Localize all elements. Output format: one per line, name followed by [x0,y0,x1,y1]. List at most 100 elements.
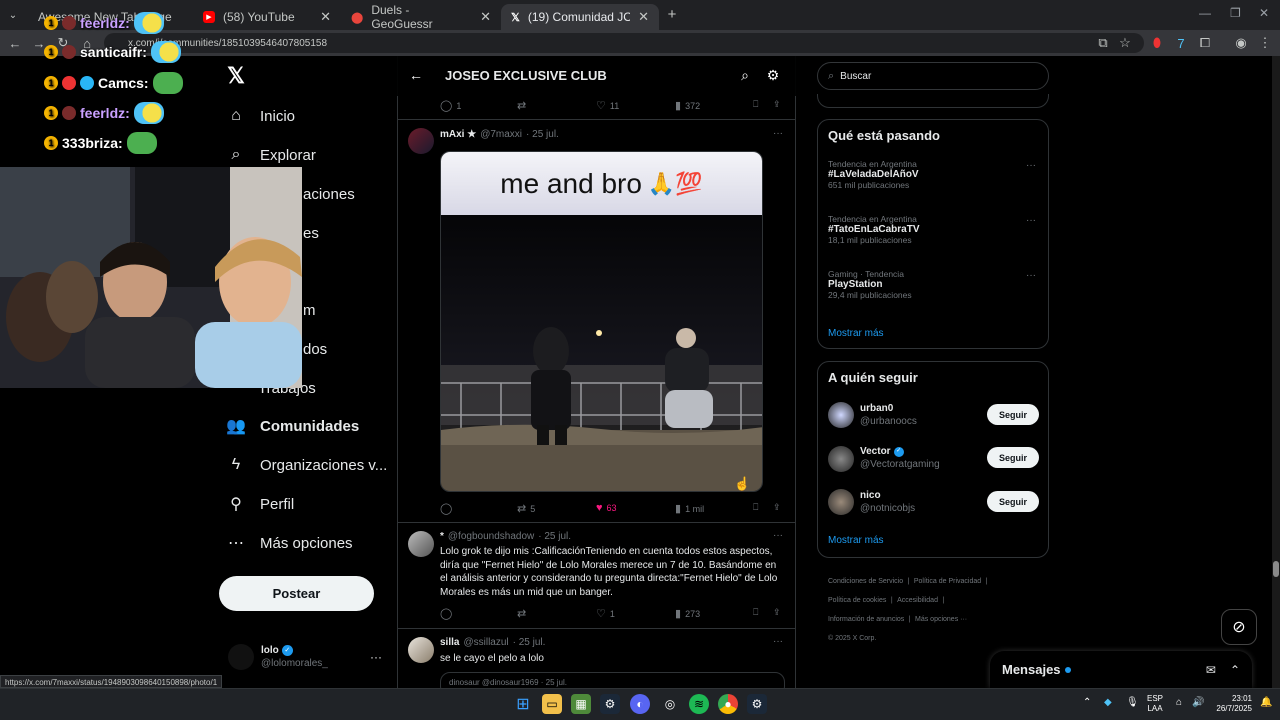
account-more-icon[interactable]: ··· [370,650,382,664]
tray-overflow-icon[interactable]: ⌃ [1083,697,1091,708]
reply-action[interactable]: ◯ [440,607,452,620]
expand-up-icon[interactable]: ⌃ [1230,663,1240,677]
microphone-icon[interactable]: 🎙 [1126,697,1139,708]
avatar[interactable] [408,128,434,154]
new-tab-icon[interactable]: + [664,6,680,23]
follow-button[interactable]: Seguir [987,404,1039,425]
views-action[interactable]: ▮ 273 [675,607,700,620]
browser-menu-icon[interactable]: ⋮ [1256,34,1274,52]
bookmark-star-icon[interactable]: ☆ [1116,34,1134,52]
language-indicator[interactable]: ESP LAA [1147,694,1163,714]
notification-bell-icon[interactable]: 🔔 [1260,697,1272,708]
reply-action[interactable]: ◯ 1 [440,99,461,112]
tweet-more-icon[interactable]: ··· [773,636,783,647]
sidebar-item-premium[interactable]: m [303,292,316,328]
tweet-more-icon[interactable]: ··· [773,128,783,139]
scrollbar[interactable] [1272,56,1280,688]
messages-drawer[interactable]: Mensajes ✉ ⌃ [990,651,1252,688]
tweet-author-handle[interactable]: @ssillazul [463,637,508,648]
trend-item[interactable]: Tendencia en Argentina #TatoEnLaCabraTV … [828,214,1040,245]
close-tab-icon[interactable]: ✕ [638,9,649,25]
windows-start-icon[interactable]: ⊞ [513,694,533,714]
trend-more-icon[interactable]: ··· [1026,270,1036,281]
back-icon[interactable]: ← [6,34,24,52]
grok-icon[interactable]: ⊘ [1221,609,1257,645]
repost-action[interactable]: ⇄ [517,607,526,620]
back-arrow-icon[interactable]: ← [407,66,425,84]
bookmark-icon[interactable]: ⎕ [753,99,758,110]
show-more-follow-link[interactable]: Mostrar más [828,535,884,546]
avatar[interactable] [828,489,854,515]
tab-comunidad[interactable]: 𝕏 (19) Comunidad JOSEO EXCLUSI... ✕ [501,4,659,30]
share-icon[interactable]: ⇪ [773,607,781,618]
footer-link[interactable]: Accesibilidad [897,597,938,604]
trend-item[interactable]: Gaming · Tendencia PlayStation 29,4 mil … [828,269,1040,300]
tweet-date[interactable]: · 25 jul. [526,129,559,140]
quoted-tweet[interactable]: dinosaur @dinosaur1969 · 25 jul. [440,672,785,688]
trend-more-icon[interactable]: ··· [1026,215,1036,226]
avatar[interactable] [408,531,434,557]
tab-search-icon[interactable]: ⌄ [6,8,20,22]
post-button[interactable]: Postear [219,576,374,611]
avatar[interactable] [828,446,854,472]
tweet-date[interactable]: · 25 jul. [538,531,571,542]
tweet-more-icon[interactable]: ··· [773,530,783,541]
steam-app-icon[interactable]: ⚙ [747,694,767,714]
sidebar-item-notificaciones[interactable]: aciones [303,176,355,212]
sidebar-item-comunidades[interactable]: 👥 Comunidades [226,408,359,444]
scrollbar-thumb[interactable] [1273,561,1279,577]
reply-action[interactable]: ◯ [440,502,452,515]
extensions-puzzle-icon[interactable]: ⧠ [1196,34,1214,52]
repost-action[interactable]: ⇄ [517,99,526,112]
extension-red-icon[interactable]: ⬮ [1148,34,1166,52]
views-action[interactable]: ▮ 372 [675,99,700,112]
close-tab-icon[interactable]: ✕ [320,9,331,25]
tweet-media[interactable]: me and bro 🙏💯 [440,151,763,492]
avatar[interactable] [408,637,434,663]
footer-link[interactable]: Información de anuncios [828,616,904,623]
extension-7tv-icon[interactable]: 7 [1172,34,1190,52]
file-explorer-icon[interactable]: ▭ [542,694,562,714]
tweet-author-handle[interactable]: @fogboundshadow [448,531,534,542]
new-message-icon[interactable]: ✉ [1206,663,1216,677]
sidebar-item-perfil[interactable]: ⚲ Perfil [226,486,294,522]
maximize-icon[interactable]: ❐ [1230,6,1241,20]
footer-link[interactable]: Más opciones ··· [915,616,967,623]
app-circle-icon[interactable]: ◎ [660,694,680,714]
follow-suggestion[interactable]: Vector ✓ @Vectoratgaming [860,445,940,471]
bookmark-icon[interactable]: ⎕ [753,502,758,513]
account-switcher[interactable]: lolo ✓ @lolomorales_ [261,644,328,670]
like-action[interactable]: ♡ 1 [596,607,615,620]
follow-suggestion[interactable]: urban0 @urbanoocs [860,402,917,428]
network-icon[interactable]: ⌂ [1176,697,1182,708]
follow-button[interactable]: Seguir [987,447,1039,468]
profile-avatar-icon[interactable]: ◉ [1232,34,1250,52]
install-app-icon[interactable]: ⧉ [1094,34,1112,52]
footer-link[interactable]: Política de Privacidad [914,578,981,585]
tweet-author-name[interactable]: mAxi ★ [440,129,476,140]
steam-icon[interactable]: ⚙ [600,694,620,714]
avatar[interactable] [828,402,854,428]
search-input[interactable]: ⌕ Buscar [817,62,1049,90]
volume-icon[interactable]: 🔊 [1192,697,1204,708]
tab-geoguessr[interactable]: ⬤ Duels - GeoGuessr ✕ [341,3,501,31]
account-avatar[interactable] [228,644,254,670]
like-action[interactable]: ♡ 11 [596,99,619,112]
tweet-author-name[interactable]: * [440,531,444,542]
sidebar-item-mensajes[interactable]: es [303,215,319,251]
tweet-author-handle[interactable]: @7maxxi [480,129,522,140]
trend-more-icon[interactable]: ··· [1026,160,1036,171]
follow-button[interactable]: Seguir [987,491,1039,512]
sidebar-item-mas-opciones[interactable]: ⋯ Más opciones [226,525,353,561]
minecraft-icon[interactable]: ▦ [571,694,591,714]
footer-link[interactable]: Condiciones de Servicio [828,578,903,585]
share-icon[interactable]: ⇪ [773,99,781,110]
follow-suggestion[interactable]: nico @notnicobjs [860,489,915,515]
url-input[interactable]: x.com/i/communities/1851039546407805158 [104,33,1144,53]
repost-action[interactable]: ⇄ 5 [517,502,535,515]
views-action[interactable]: ▮ 1 mil [675,502,704,515]
footer-link[interactable]: Política de cookies [828,597,886,604]
settings-gear-icon[interactable]: ⚙ [764,66,782,84]
tray-app-icon[interactable]: ◆ [1104,697,1112,708]
discord-icon[interactable]: ◐ [630,694,650,714]
